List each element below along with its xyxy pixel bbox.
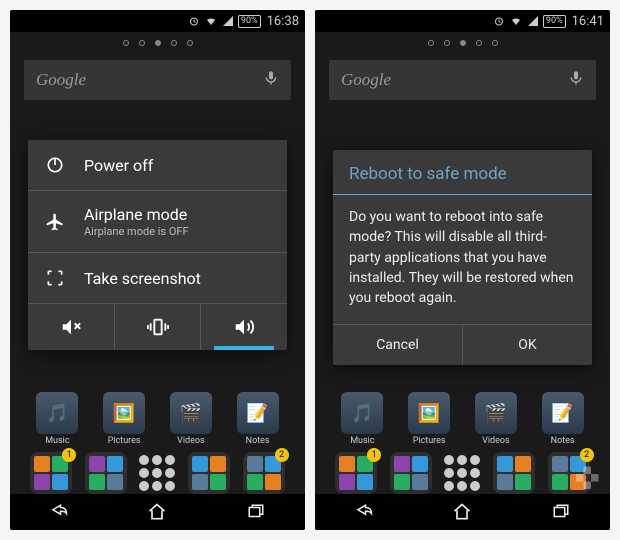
power-icon (44, 154, 66, 176)
dock-folder-1[interactable]: 1 (335, 452, 377, 494)
recent-button[interactable] (244, 500, 268, 524)
mic-icon[interactable] (263, 68, 279, 92)
cancel-button[interactable]: Cancel (333, 325, 463, 365)
mic-icon[interactable] (568, 68, 584, 92)
dialog-body: Do you want to reboot into safe mode? Th… (333, 195, 592, 324)
back-button[interactable] (47, 500, 71, 524)
back-button[interactable] (352, 500, 376, 524)
badge: 1 (62, 448, 76, 462)
airplane-label: Airplane mode (84, 205, 189, 224)
nav-bar (10, 494, 305, 530)
app-pictures[interactable]: 🖼️Pictures (408, 392, 450, 446)
silent-button[interactable] (28, 304, 115, 350)
vibrate-button[interactable] (115, 304, 202, 350)
airplane-mode-item[interactable]: Airplane mode Airplane mode is OFF (28, 191, 287, 253)
app-pictures[interactable]: 🖼️Pictures (103, 392, 145, 446)
dock-folder-3[interactable] (493, 452, 535, 494)
dock-folder-1[interactable]: 1 (30, 452, 72, 494)
dock: 1 2 (10, 452, 305, 494)
screenshot-icon (44, 267, 66, 289)
signal-icon (527, 15, 539, 27)
badge: 2 (580, 448, 594, 462)
signal-icon (222, 15, 234, 27)
airplane-icon (44, 211, 66, 233)
airplane-sub: Airplane mode is OFF (84, 225, 189, 238)
status-bar: 90% 16:41 (315, 10, 610, 32)
phone-right: 90% 16:41 Google Reboot to safe mode Do … (315, 10, 610, 530)
wifi-icon (509, 15, 523, 27)
app-notes[interactable]: 📝Notes (237, 392, 279, 446)
google-search-bar[interactable]: Google (329, 60, 596, 100)
home-app-row: 🎵Music 🖼️Pictures 🎬Videos 📝Notes (10, 392, 305, 446)
power-off-label: Power off (84, 156, 153, 175)
screenshot-label: Take screenshot (84, 269, 201, 288)
clock: 16:41 (572, 14, 604, 29)
home-app-row: 🎵Music 🖼️Pictures 🎬Videos 📝Notes (315, 392, 610, 446)
sound-mode-row (28, 303, 287, 350)
screenshot-item[interactable]: Take screenshot (28, 253, 287, 303)
ok-button[interactable]: OK (463, 325, 592, 365)
home-button[interactable] (145, 500, 169, 524)
app-notes[interactable]: 📝Notes (542, 392, 584, 446)
badge: 2 (275, 448, 289, 462)
safe-mode-dialog: Reboot to safe mode Do you want to reboo… (333, 150, 592, 365)
search-placeholder: Google (36, 70, 263, 90)
app-videos[interactable]: 🎬Videos (475, 392, 517, 446)
battery-indicator: 90% (238, 15, 261, 28)
status-bar: 90% 16:38 (10, 10, 305, 32)
dialog-buttons: Cancel OK (333, 324, 592, 365)
clock: 16:38 (267, 14, 299, 29)
dock-folder-2[interactable] (85, 452, 127, 494)
app-drawer-button[interactable] (444, 455, 480, 491)
dock: 1 2 (315, 452, 610, 494)
app-music[interactable]: 🎵Music (36, 392, 78, 446)
home-button[interactable] (450, 500, 474, 524)
power-off-item[interactable]: Power off (28, 140, 287, 191)
dock-folder-3[interactable] (188, 452, 230, 494)
google-search-bar[interactable]: Google (24, 60, 291, 100)
app-videos[interactable]: 🎬Videos (170, 392, 212, 446)
phone-left: 90% 16:38 Google Power off Airplane mode… (10, 10, 305, 530)
page-indicator (315, 32, 610, 54)
alarm-icon (188, 15, 200, 27)
page-indicator (10, 32, 305, 54)
alarm-icon (493, 15, 505, 27)
watermark-icon (576, 464, 606, 494)
app-music[interactable]: 🎵Music (341, 392, 383, 446)
wifi-icon (204, 15, 218, 27)
dock-folder-2[interactable] (390, 452, 432, 494)
search-placeholder: Google (341, 70, 568, 90)
power-menu: Power off Airplane mode Airplane mode is… (28, 140, 287, 350)
sound-button[interactable] (201, 304, 287, 350)
badge: 1 (367, 448, 381, 462)
battery-indicator: 90% (543, 15, 566, 28)
dialog-title: Reboot to safe mode (333, 150, 592, 194)
dock-folder-4[interactable]: 2 (243, 452, 285, 494)
app-drawer-button[interactable] (139, 455, 175, 491)
recent-button[interactable] (549, 500, 573, 524)
nav-bar (315, 494, 610, 530)
